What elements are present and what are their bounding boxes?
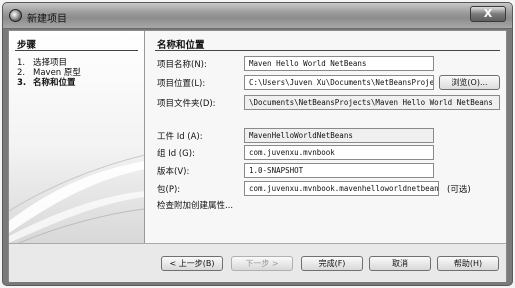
steps-divider — [15, 50, 138, 51]
package-input[interactable]: com.juvenxu.mvnbook.mavenhelloworldnetbe… — [244, 181, 439, 196]
browse-button[interactable]: 浏览(O)... — [439, 75, 500, 90]
version-input[interactable]: 1.0-SNAPSHOT — [244, 163, 434, 178]
steps-panel: 步骤 1. 选择项目 2. Maven 原型 3. 名称和位置 — [9, 31, 145, 243]
project-location-input[interactable]: C:\Users\Juven Xu\Documents\NetBeansProj… — [244, 75, 434, 90]
group-id-label: 组 Id (G): — [157, 149, 195, 159]
new-project-dialog: 新建项目 X 步骤 1. 选择项目 2. Maven 原型 3. 名称和位置 名称和位… — [2, 2, 513, 286]
decorative-swoosh-graphic — [9, 154, 144, 243]
step-item-name-location: 3. 名称和位置 — [17, 76, 76, 88]
dialog-body: 步骤 1. 选择项目 2. Maven 原型 3. 名称和位置 名称和位置 项目名称(… — [8, 30, 507, 282]
artifact-id-label: 工件 Id (A): — [157, 132, 203, 142]
netbeans-app-icon — [9, 9, 22, 22]
window-title: 新建项目 — [27, 14, 67, 25]
project-folder-field: \Documents\NetBeansProjects\Maven Hello … — [244, 95, 500, 110]
section-heading: 名称和位置 — [157, 40, 205, 51]
project-folder-label: 项目文件夹(D): — [157, 99, 216, 109]
button-bar: < 上一步(B) 下一步 > 完成(F) 取消 帮助(H) — [9, 243, 506, 282]
step-number: 3. — [17, 78, 27, 88]
optional-hint: (可选) — [447, 185, 471, 195]
finish-button[interactable]: 完成(F) — [301, 256, 363, 271]
group-id-input[interactable]: com.juvenxu.mvnbook — [244, 145, 434, 160]
cancel-button[interactable]: 取消 — [369, 256, 431, 271]
project-location-label: 项目位置(L): — [157, 79, 206, 89]
steps-heading: 步骤 — [17, 40, 37, 51]
back-button[interactable]: < 上一步(B) — [161, 256, 223, 271]
step-label: 名称和位置 — [33, 78, 76, 88]
section-divider — [155, 50, 500, 51]
package-label: 包(P): — [157, 185, 181, 195]
version-label: 版本(V): — [157, 167, 190, 177]
close-button[interactable]: X — [470, 6, 506, 22]
additional-properties-link[interactable]: 检查附加创建属性... — [157, 199, 233, 211]
project-name-input[interactable]: Maven Hello World NetBeans — [244, 56, 434, 71]
next-button[interactable]: 下一步 > — [231, 256, 293, 271]
artifact-id-field: MavenHelloWorldNetBeans — [244, 128, 434, 143]
project-name-label: 项目名称(N): — [157, 60, 207, 70]
title-bar[interactable]: 新建项目 X — [3, 3, 512, 29]
help-button[interactable]: 帮助(H) — [437, 256, 499, 271]
